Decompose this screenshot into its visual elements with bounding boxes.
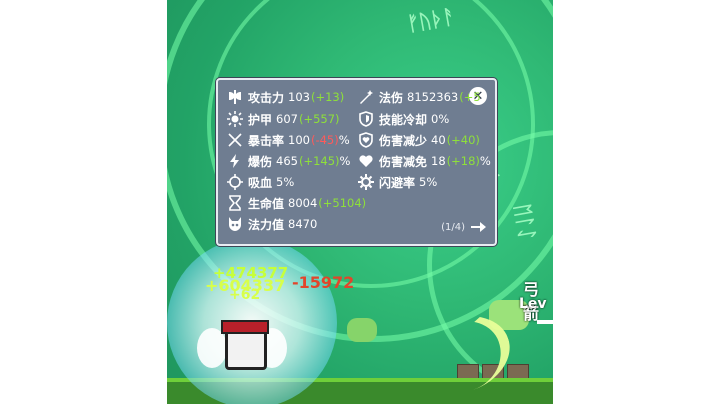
stat-bonus: (+13) [310, 90, 345, 104]
stat-label: 护甲 [248, 112, 273, 127]
stat-label: 伤害减免 [379, 154, 428, 169]
stat-damage-reduce: 伤害减少 40 (+40) [358, 130, 480, 150]
stat-label: 爆伤 [248, 154, 273, 169]
wand-icon [358, 89, 374, 105]
stat-crit-damage: 爆伤 465 (+145) % [227, 151, 350, 171]
stat-value: 8004 [288, 196, 318, 210]
shield-heart-icon [358, 132, 374, 148]
stat-hp: 生命值 8004 (+5104) [227, 193, 366, 213]
stat-label: 攻击力 [248, 90, 285, 105]
sun-icon [227, 111, 243, 127]
enemy-level: Lev [519, 296, 547, 312]
stat-value: 5% [276, 175, 295, 189]
stat-bonus: (+145) [298, 154, 340, 168]
stat-suffix: % [479, 154, 491, 168]
wing-left [197, 328, 227, 368]
stat-suffix: % [338, 133, 350, 147]
arrow-right-icon [471, 222, 486, 232]
stat-cooldown: 技能冷却 0% [358, 109, 450, 129]
stat-bonus: (+5 [459, 90, 481, 104]
stat-value: 103 [288, 90, 310, 104]
stat-armor: 护甲 607 (+557) [227, 109, 340, 129]
stat-attack: 攻击力 103 (+13) [227, 87, 344, 107]
bush [347, 318, 377, 342]
stat-value: 100 [288, 133, 310, 147]
page-indicator: (1/4) [441, 222, 465, 233]
crossed-swords-icon [227, 132, 243, 148]
stat-value: 465 [276, 154, 298, 168]
stat-value: 607 [276, 112, 298, 126]
stat-value: 8470 [288, 217, 318, 231]
stat-bonus: (+18) [446, 154, 480, 168]
stat-suffix: % [339, 154, 351, 168]
heart-icon [358, 153, 374, 169]
player-headband [221, 320, 269, 334]
stat-label: 技能冷却 [379, 112, 428, 127]
stat-label: 法伤 [379, 90, 404, 105]
enemy-health-bar [537, 320, 553, 324]
shield-icon [358, 111, 374, 127]
stat-bonus: (+557) [298, 112, 340, 126]
stat-dodge: 闪避率 5% [358, 172, 438, 192]
stat-value: 0% [431, 112, 450, 126]
stat-crit-rate: 暴击率 100 (-45) % [227, 130, 350, 150]
demon-icon [227, 216, 243, 232]
stat-damage-immune: 伤害减免 18 (+18) % [358, 151, 491, 171]
stat-label: 法力值 [248, 217, 285, 232]
heal-number: +62 [229, 287, 261, 303]
player-character[interactable] [197, 306, 287, 384]
stat-label: 暴击率 [248, 133, 285, 148]
stat-spell-damage: 法伤 8152363 (+5 [358, 87, 481, 107]
next-page-button[interactable] [469, 218, 487, 236]
stat-label: 生命值 [248, 196, 285, 211]
stat-value: 40 [431, 133, 446, 147]
stat-value: 8152363 [407, 90, 459, 104]
stats-panel: ✕ 攻击力 103 (+13) 法伤 8152363 (+5 护甲 607 (+… [216, 78, 497, 246]
stat-label: 伤害减少 [379, 133, 428, 148]
target-icon [227, 174, 243, 190]
stat-mp: 法力值 8470 [227, 214, 318, 234]
damage-number: -15972 [292, 273, 355, 292]
stat-value: 5% [419, 175, 438, 189]
stat-value: 18 [431, 154, 446, 168]
gear-icon [358, 174, 374, 190]
stat-bonus: (+40) [446, 133, 480, 147]
stat-bonus: (-45) [310, 133, 339, 147]
stat-label: 吸血 [248, 175, 273, 190]
stat-lifesteal: 吸血 5% [227, 172, 295, 192]
axe-icon [227, 89, 243, 105]
hourglass-icon [227, 195, 243, 211]
stat-bonus: (+5104) [318, 196, 367, 210]
stat-label: 闪避率 [379, 175, 416, 190]
lightning-icon [227, 153, 243, 169]
